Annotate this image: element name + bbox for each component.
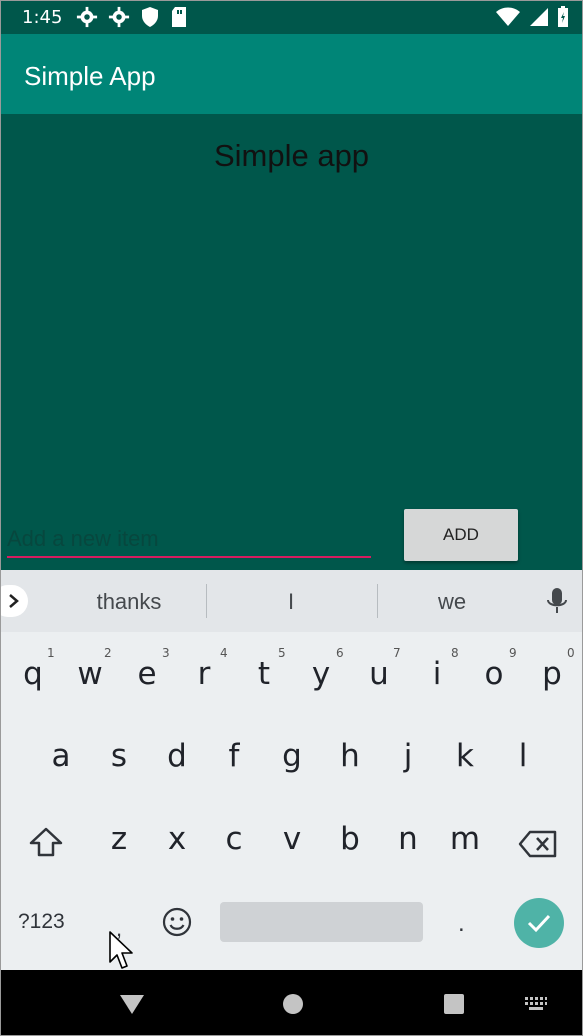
key-l[interactable]: l bbox=[503, 738, 543, 774]
sd-card-icon bbox=[172, 7, 186, 27]
settings-icon bbox=[108, 6, 130, 28]
app-bar: Simple App bbox=[0, 34, 583, 114]
recents-icon[interactable] bbox=[443, 993, 465, 1015]
key-hint: 6 bbox=[336, 646, 344, 660]
check-icon bbox=[527, 914, 551, 933]
back-icon[interactable] bbox=[119, 993, 145, 1015]
settings-icon bbox=[76, 6, 98, 28]
wifi-icon bbox=[496, 7, 520, 26]
key-h[interactable]: h bbox=[330, 738, 370, 774]
key-hint: 0 bbox=[567, 646, 575, 660]
symbols-key[interactable]: ?123 bbox=[18, 910, 65, 934]
key-m[interactable]: m bbox=[445, 821, 485, 857]
key-a[interactable]: a bbox=[41, 738, 81, 774]
key-x[interactable]: x bbox=[157, 821, 197, 857]
main-content: Simple app bbox=[0, 114, 583, 570]
key-f[interactable]: f bbox=[214, 738, 254, 774]
key-r[interactable]: r bbox=[184, 656, 224, 692]
signal-icon bbox=[530, 8, 548, 26]
shift-icon[interactable] bbox=[28, 826, 64, 858]
key-hint: 2 bbox=[104, 646, 112, 660]
status-bar: 1:45 bbox=[0, 0, 583, 34]
suggestion-2[interactable]: I bbox=[211, 589, 371, 615]
suggestion-1[interactable]: thanks bbox=[49, 589, 209, 615]
shield-icon bbox=[142, 7, 158, 27]
key-hint: 5 bbox=[278, 646, 286, 660]
home-icon[interactable] bbox=[282, 993, 304, 1015]
key-w[interactable]: w bbox=[70, 656, 110, 692]
period-key[interactable]: . bbox=[458, 910, 465, 938]
add-button[interactable]: ADD bbox=[404, 509, 518, 561]
key-hint: 3 bbox=[162, 646, 170, 660]
soft-keyboard: thanks I we q w e r t y u i o p 1 2 3 4 … bbox=[0, 570, 583, 970]
key-n[interactable]: n bbox=[388, 821, 428, 857]
key-hint: 8 bbox=[451, 646, 459, 660]
status-notification-icons bbox=[76, 6, 188, 28]
key-hint: 4 bbox=[220, 646, 228, 660]
key-hint: 9 bbox=[509, 646, 517, 660]
content-title: Simple app bbox=[213, 138, 370, 173]
key-o[interactable]: o bbox=[474, 656, 514, 692]
status-time: 1:45 bbox=[22, 7, 63, 28]
key-hint: 7 bbox=[393, 646, 401, 660]
battery-icon bbox=[558, 6, 568, 27]
keyboard-switch-icon[interactable] bbox=[524, 996, 548, 1012]
key-t[interactable]: t bbox=[244, 656, 284, 692]
app-title: Simple App bbox=[24, 61, 156, 91]
enter-key[interactable] bbox=[514, 898, 564, 948]
key-u[interactable]: u bbox=[359, 656, 399, 692]
key-s[interactable]: s bbox=[99, 738, 139, 774]
key-v[interactable]: v bbox=[272, 821, 312, 857]
key-e[interactable]: e bbox=[127, 656, 167, 692]
key-i[interactable]: i bbox=[417, 656, 457, 692]
key-g[interactable]: g bbox=[272, 738, 312, 774]
status-system-icons bbox=[495, 6, 569, 28]
key-b[interactable]: b bbox=[330, 821, 370, 857]
suggestion-divider bbox=[206, 584, 207, 618]
suggestion-strip: thanks I we bbox=[0, 570, 583, 632]
key-k[interactable]: k bbox=[445, 738, 485, 774]
key-y[interactable]: y bbox=[301, 656, 341, 692]
key-z[interactable]: z bbox=[99, 821, 139, 857]
space-key[interactable] bbox=[220, 902, 423, 942]
emoji-icon[interactable] bbox=[162, 907, 192, 937]
key-q[interactable]: q bbox=[13, 656, 53, 692]
key-p[interactable]: p bbox=[532, 656, 572, 692]
navigation-bar bbox=[0, 970, 583, 1036]
key-d[interactable]: d bbox=[157, 738, 197, 774]
key-j[interactable]: j bbox=[388, 738, 428, 774]
backspace-icon[interactable] bbox=[518, 830, 558, 858]
expand-suggestions-button[interactable] bbox=[0, 585, 28, 617]
key-hint: 1 bbox=[47, 646, 55, 660]
mouse-cursor-icon bbox=[109, 931, 133, 969]
new-item-input[interactable] bbox=[7, 522, 371, 558]
chevron-right-icon bbox=[9, 594, 19, 608]
suggestion-3[interactable]: we bbox=[372, 589, 532, 615]
microphone-icon[interactable] bbox=[544, 587, 570, 617]
key-c[interactable]: c bbox=[214, 821, 254, 857]
